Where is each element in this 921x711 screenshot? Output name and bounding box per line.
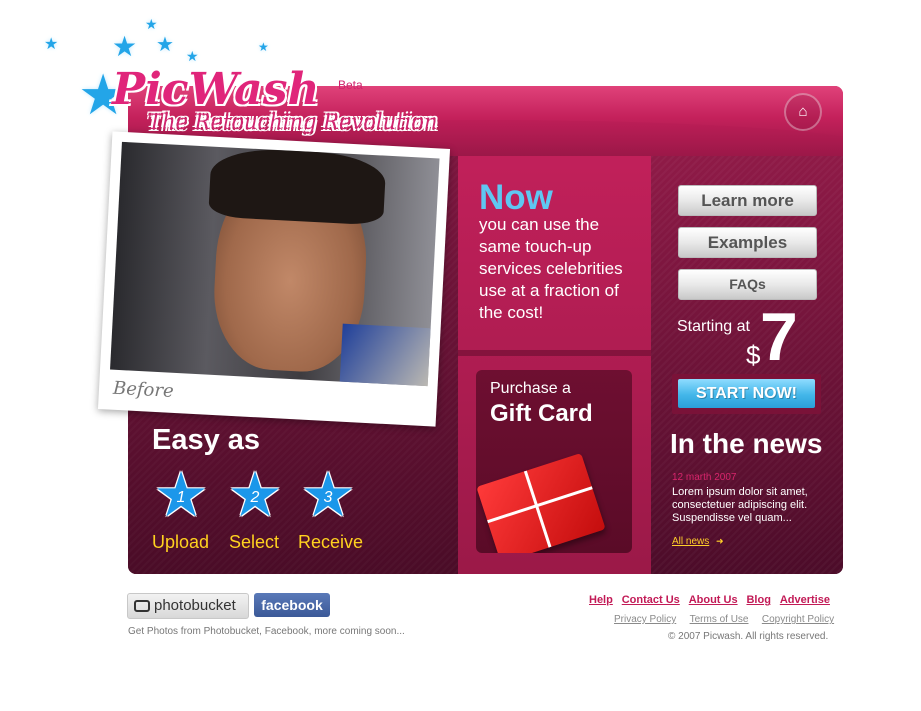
pricing-prefix: Starting at <box>677 318 750 335</box>
gift-line2: Gift Card <box>490 400 593 427</box>
step-1-label: Upload <box>152 532 210 552</box>
photobucket-label: photobucket <box>154 597 236 614</box>
home-button[interactable]: ⌂ <box>784 93 822 131</box>
examples-button[interactable]: Examples <box>678 227 817 258</box>
start-now-button[interactable]: START NOW! <box>678 379 815 408</box>
logo[interactable]: PicWash <box>112 64 319 115</box>
facebook-button[interactable]: facebook <box>254 593 330 617</box>
promo-headline: Now <box>479 178 553 217</box>
step-1-number: 1 <box>176 489 186 506</box>
import-note: Get Photos from Photobucket, Facebook, m… <box>128 626 405 637</box>
all-news-link[interactable]: All news <box>672 536 709 547</box>
star-icon: ★ <box>258 40 269 54</box>
terms-of-use-link[interactable]: Terms of Use <box>690 614 749 625</box>
divider <box>458 350 651 356</box>
gift-card-button[interactable]: Purchase a Gift Card <box>476 370 632 553</box>
contact-us-link[interactable]: Contact Us <box>622 594 680 606</box>
help-link[interactable]: Help <box>589 594 613 606</box>
footer-links: Help Contact Us About Us Blog Advertise <box>589 590 830 608</box>
star-icon: ★ <box>112 31 138 62</box>
news-body: Lorem ipsum dolor sit amet, consectetuer… <box>672 486 808 524</box>
photobucket-button[interactable]: photobucket <box>127 593 249 619</box>
star-icon: ★ <box>186 48 199 64</box>
faqs-button[interactable]: FAQs <box>678 269 817 300</box>
blog-link[interactable]: Blog <box>746 594 770 606</box>
step-3-label: Receive <box>298 532 364 552</box>
step-2-number: 2 <box>250 489 260 506</box>
copyright-policy-link[interactable]: Copyright Policy <box>762 614 834 625</box>
before-photo: Before <box>97 131 451 427</box>
step-2-label: Select <box>229 532 280 552</box>
currency-symbol: $ <box>746 340 761 370</box>
hair <box>208 146 387 226</box>
steps-heading: Easy as <box>152 424 261 456</box>
photo-caption: Before <box>112 377 175 402</box>
about-us-link[interactable]: About Us <box>689 594 738 606</box>
step-3-number: 3 <box>323 489 333 506</box>
advertise-link[interactable]: Advertise <box>780 594 830 606</box>
camera-icon <box>134 600 150 613</box>
privacy-policy-link[interactable]: Privacy Policy <box>614 614 676 625</box>
arrow-right-icon: ➜ <box>716 536 724 546</box>
beta-badge: Beta <box>338 78 363 92</box>
shirt <box>339 323 440 387</box>
price-amount: 7 <box>760 299 798 375</box>
star-icon: ★ <box>156 34 174 56</box>
tagline: The Retouching Revolution <box>148 110 438 134</box>
home-icon: ⌂ <box>798 103 808 120</box>
promo-body: you can use the same touch-up services c… <box>479 215 623 322</box>
portrait-image <box>110 141 440 387</box>
copyright: © 2007 Picwash. All rights reserved. <box>668 631 829 642</box>
news-date: 12 marth 2007 <box>672 472 737 483</box>
footer-secondary-links: Privacy Policy Terms of Use Copyright Po… <box>614 609 834 627</box>
news-heading: In the news <box>670 428 823 459</box>
learn-more-button[interactable]: Learn more <box>678 185 817 216</box>
gift-box-icon <box>476 452 606 553</box>
star-icon: ★ <box>44 36 59 53</box>
star-icon: ★ <box>145 16 158 32</box>
gift-line1: Purchase a <box>490 380 571 397</box>
